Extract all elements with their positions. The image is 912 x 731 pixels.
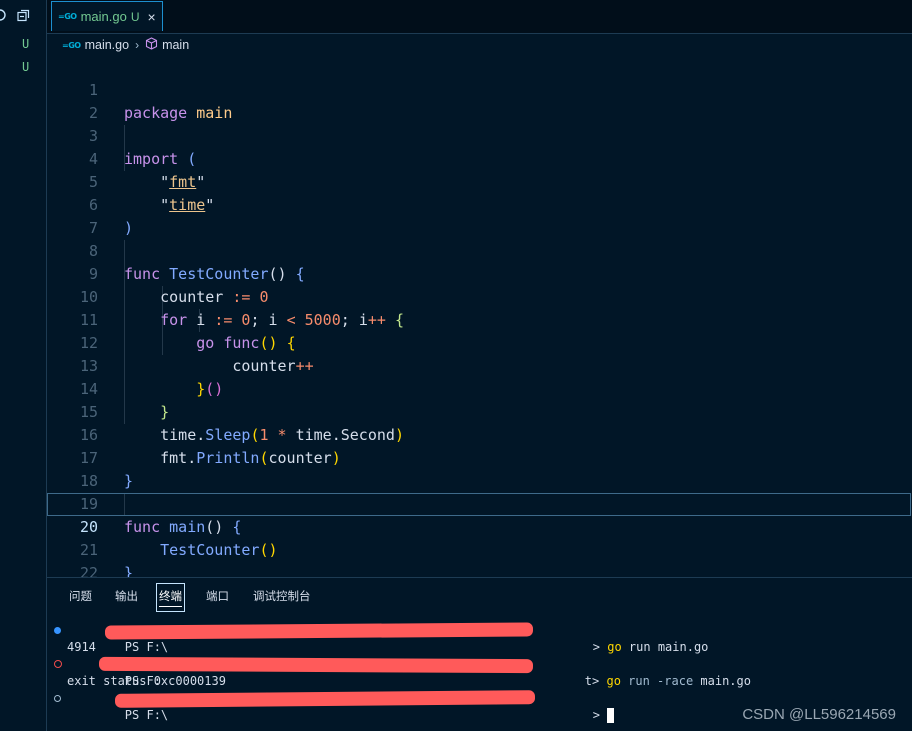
tab-main-go[interactable]: =GO main.go U ×: [51, 1, 163, 31]
redaction-mark: [104, 622, 534, 640]
go-file-icon: =GO: [62, 40, 81, 50]
code-line: 1 package main: [47, 56, 912, 122]
command-pending-dot: [54, 695, 61, 702]
command-error-icon: [54, 660, 62, 668]
terminal-command: >: [535, 690, 615, 723]
tab-ports[interactable]: 端口: [204, 588, 231, 604]
breadcrumb-symbol[interactable]: main: [162, 38, 189, 52]
panel-tabs: 问题 输出 终端 端口 调试控制台: [47, 578, 912, 618]
code-line: 15 time.Sleep(1 * time.Second): [47, 378, 912, 444]
code-line: 3 import (: [47, 102, 912, 168]
code-line: 8 func TestCounter() {: [47, 217, 912, 283]
tab-debug-console[interactable]: 调试控制台: [251, 588, 313, 604]
terminal-cursor: [607, 708, 615, 723]
file-status-untracked: U: [22, 60, 30, 74]
code-line: 10 for i := 0; i < 5000; i++ {: [47, 263, 912, 329]
code-line: 12 counter++: [47, 309, 912, 375]
chevron-right-icon: ›: [135, 38, 140, 52]
tab-terminal-label: 终端: [159, 591, 182, 603]
explorer-sidebar: U U: [0, 0, 47, 731]
breadcrumb-file[interactable]: main.go: [85, 38, 129, 52]
close-icon[interactable]: ×: [148, 9, 156, 25]
code-line: 13 }(): [47, 332, 912, 398]
go-file-icon: =GO: [58, 12, 77, 21]
command-args: run main.go: [621, 640, 709, 654]
symbol-cube-icon: [145, 37, 158, 53]
tab-output[interactable]: 输出: [113, 588, 140, 604]
code-line: 7: [47, 194, 912, 237]
command-flag: run -race: [620, 674, 694, 688]
editor-tab-bar: =GO main.go U ×: [47, 0, 912, 34]
code-line-current: 20 TestCounter(): [47, 493, 911, 559]
vscode-window: U U =GO main.go U × =GO main.go › main 1…: [0, 0, 912, 731]
code-line: 2: [47, 79, 912, 122]
prompt-suffix: >: [592, 640, 608, 654]
terminal-output: exit status 0xc0000139: [67, 674, 226, 688]
tab-terminal[interactable]: 终端: [156, 583, 185, 612]
command-name: go: [606, 674, 621, 688]
code-line: 11 go func() {: [47, 286, 912, 352]
watermark: CSDN @LL596214569: [742, 706, 896, 723]
code-line: 18: [47, 447, 912, 490]
tab-status-badge: U: [130, 9, 140, 24]
redaction-mark: [98, 656, 534, 674]
file-status-untracked: U: [22, 37, 30, 51]
terminal-output: 4914: [67, 640, 96, 654]
code-line: 21 }: [47, 516, 912, 582]
refresh-icon[interactable]: [0, 9, 6, 24]
code-editor[interactable]: 1 package main 2 3 import ( 4 "fmt" 5 "t…: [47, 56, 912, 582]
code-line: 9 counter := 0: [47, 240, 912, 306]
code-line: 22: [47, 539, 912, 582]
prompt-suffix: >: [592, 708, 608, 722]
code-line: 5 "time": [47, 148, 912, 214]
prompt-prefix: PS F:\: [124, 640, 169, 654]
redaction-mark: [114, 690, 536, 708]
terminal-command: t> go run -race main.go: [527, 656, 751, 688]
prompt-suffix: t>: [584, 674, 607, 688]
tab-problems[interactable]: 问题: [67, 588, 94, 604]
command-args: main.go: [693, 674, 751, 688]
terminal-command: > go run main.go: [535, 622, 709, 654]
code-line: 6 ): [47, 171, 912, 237]
code-line: 19 func main() {: [47, 470, 912, 536]
command-name: go: [607, 640, 622, 654]
code-line: 16 fmt.Println(counter): [47, 401, 912, 467]
collapse-all-icon[interactable]: [17, 9, 30, 25]
code-line: 14 }: [47, 355, 912, 421]
code-line: 17 }: [47, 424, 912, 490]
code-line: 4 "fmt": [47, 125, 912, 191]
command-success-dot: [54, 627, 61, 634]
prompt-prefix: PS F:\: [124, 708, 169, 722]
tab-filename: main.go: [80, 9, 127, 24]
breadcrumb: =GO main.go › main: [62, 35, 189, 55]
